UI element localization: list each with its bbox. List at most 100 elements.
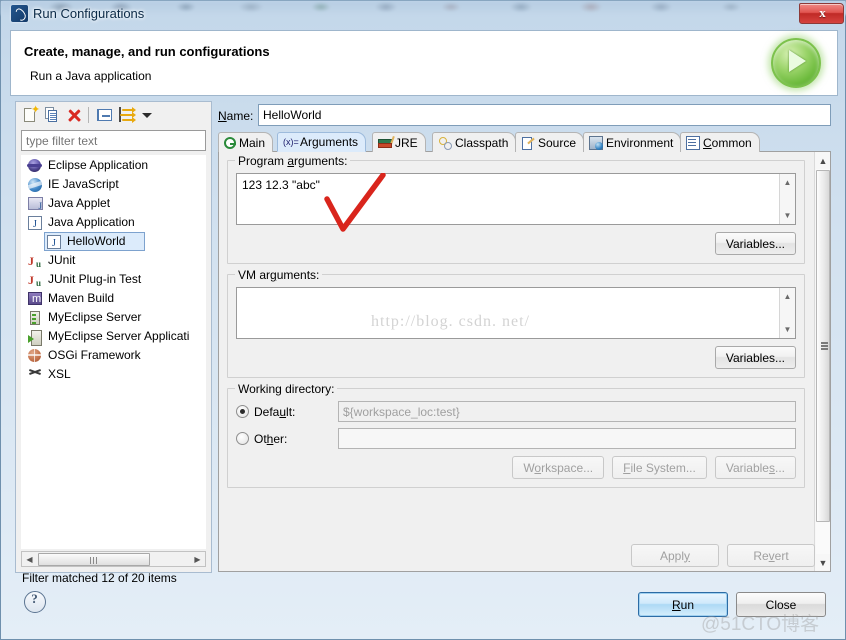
- tree-item-label: Java Applet: [48, 196, 111, 210]
- tab-label: JRE: [395, 135, 418, 150]
- xsl-icon: [28, 368, 43, 381]
- tree-item[interactable]: Java Applet: [22, 194, 205, 216]
- scroll-left-arrow[interactable]: ◀: [22, 552, 37, 566]
- duplicate-icon[interactable]: [43, 106, 63, 125]
- file-system-button[interactable]: File System...: [612, 456, 707, 479]
- button-label: Apply: [659, 548, 691, 563]
- source-tab-icon: [521, 136, 535, 150]
- tree-item[interactable]: OSGi Framework: [22, 346, 205, 365]
- scroll-thumb[interactable]: [816, 170, 830, 522]
- osgi-icon: [27, 348, 42, 363]
- working-directory-legend: Working directory:: [235, 382, 338, 396]
- common-tab-icon: [686, 135, 700, 150]
- tree-item-label: Java Application: [48, 215, 135, 229]
- configurations-tree[interactable]: Eclipse Application IE JavaScript Java App…: [21, 155, 206, 549]
- other-radio[interactable]: [236, 432, 249, 445]
- scroll-right-arrow[interactable]: ▶: [190, 552, 205, 566]
- program-arguments-variables-button[interactable]: Variables...: [714, 232, 796, 255]
- tree-item[interactable]: IE JavaScript: [22, 175, 205, 194]
- server-application-icon: [28, 330, 42, 346]
- tab-label: Main: [239, 135, 266, 150]
- classpath-tab-icon: [438, 136, 452, 150]
- tree-item[interactable]: Eclipse Application: [22, 156, 205, 175]
- name-input[interactable]: [258, 104, 831, 126]
- tab-arguments[interactable]: (x)= Arguments: [277, 132, 367, 152]
- button-label: Revert: [753, 548, 789, 563]
- close-icon: x: [819, 5, 826, 20]
- default-path-field[interactable]: ${workspace_loc:test}: [338, 401, 796, 422]
- scroll-thumb[interactable]: [38, 552, 150, 566]
- scroll-down-arrow[interactable]: ▼: [780, 322, 795, 337]
- new-document-icon[interactable]: ✦: [21, 105, 41, 125]
- workspace-button[interactable]: Workspace...: [512, 456, 605, 479]
- scroll-up-arrow[interactable]: ▲: [816, 153, 830, 168]
- maven-icon: [28, 290, 42, 309]
- working-directory-other-row: Other:: [236, 428, 796, 449]
- collapse-all-icon[interactable]: [96, 106, 116, 125]
- window-close-button[interactable]: x: [799, 3, 844, 24]
- run-button[interactable]: Run: [638, 592, 728, 617]
- tree-item-label: JUnit Plug-in Test: [48, 272, 142, 286]
- tree-item[interactable]: MyEclipse Server: [22, 308, 205, 327]
- working-dir-variables-button[interactable]: Variables...: [714, 456, 796, 479]
- dialog-header: Create, manage, and run configurations R…: [10, 30, 838, 96]
- default-radio[interactable]: [236, 405, 249, 418]
- button-label: Close: [765, 597, 797, 612]
- header-subtitle: Run a Java application: [30, 69, 152, 83]
- button-label: Variables...: [725, 350, 785, 365]
- scroll-up-arrow[interactable]: ▲: [780, 175, 795, 190]
- environment-tab-icon: [589, 135, 603, 150]
- program-arguments-scrollbar[interactable]: ▲ ▼: [779, 174, 795, 224]
- scroll-down-arrow[interactable]: ▼: [780, 208, 795, 223]
- header-title: Create, manage, and run configurations: [24, 44, 270, 59]
- tree-item[interactable]: JUnit: [22, 251, 205, 274]
- name-row: Name:: [218, 104, 831, 128]
- toolbar-separator: [88, 107, 89, 123]
- filter-input[interactable]: [21, 130, 206, 151]
- tab-main[interactable]: Main: [218, 132, 274, 152]
- tab-jre[interactable]: JRE: [372, 132, 426, 152]
- tree-item-label: HelloWorld: [67, 234, 126, 248]
- delete-red-x-icon[interactable]: [65, 106, 85, 125]
- chevron-down-icon[interactable]: [140, 106, 154, 125]
- tree-item[interactable]: HelloWorld: [22, 232, 205, 253]
- tree-item[interactable]: Maven Build: [22, 289, 205, 309]
- program-arguments-textarea[interactable]: 123 12.3 "abc" ▲ ▼: [236, 173, 796, 225]
- vm-arguments-variables-button[interactable]: Variables...: [714, 346, 796, 369]
- tree-item[interactable]: XSL: [22, 365, 205, 384]
- tab-environment[interactable]: Environment: [583, 132, 682, 152]
- tree-item-label: XSL: [48, 367, 71, 381]
- tree-item[interactable]: MyEclipse Server Applicati: [22, 327, 205, 346]
- tab-strip: Main (x)= Arguments JRE Classpath Source: [218, 132, 831, 152]
- working-directory-group: Working directory: Default: ${workspace_…: [227, 382, 805, 488]
- tree-item[interactable]: JUnit Plug-in Test: [22, 270, 205, 293]
- tab-source[interactable]: Source: [515, 132, 585, 152]
- tab-classpath[interactable]: Classpath: [432, 132, 517, 152]
- program-arguments-value: 123 12.3 "abc": [242, 178, 320, 192]
- scroll-up-arrow[interactable]: ▲: [780, 289, 795, 304]
- arguments-tab-page: Program arguments: 123 12.3 "abc" ▲ ▼ Va…: [218, 152, 831, 572]
- vm-arguments-group: VM arguments: ▲ ▼ Variables...: [227, 268, 805, 378]
- close-dialog-button[interactable]: Close: [736, 592, 826, 617]
- apply-revert-row: Apply Revert: [631, 544, 815, 567]
- program-arguments-legend: Program arguments:: [235, 154, 351, 168]
- tab-label: Environment: [606, 135, 674, 150]
- other-path-field[interactable]: [338, 428, 796, 449]
- filter-arrows-icon[interactable]: [118, 106, 138, 125]
- help-question-icon[interactable]: [24, 591, 46, 613]
- tree-horizontal-scrollbar[interactable]: ◀ ▶: [21, 551, 206, 567]
- revert-button[interactable]: Revert: [727, 544, 815, 567]
- apply-button[interactable]: Apply: [631, 544, 719, 567]
- java-applet-icon: [28, 197, 43, 216]
- jre-tab-icon: [378, 135, 395, 150]
- tree-item[interactable]: Java Application: [22, 213, 205, 234]
- button-label: Variables...: [725, 460, 785, 475]
- tab-label: Classpath: [455, 135, 509, 150]
- tree-item-label: Maven Build: [48, 291, 115, 305]
- scroll-down-arrow[interactable]: ▼: [816, 555, 830, 570]
- program-arguments-group: Program arguments: 123 12.3 "abc" ▲ ▼ Va…: [227, 154, 805, 264]
- vm-arguments-textarea[interactable]: ▲ ▼: [236, 287, 796, 339]
- tab-page-scrollbar[interactable]: ▲ ▼: [814, 152, 830, 571]
- vm-arguments-scrollbar[interactable]: ▲ ▼: [779, 288, 795, 338]
- tab-common[interactable]: Common: [680, 132, 760, 152]
